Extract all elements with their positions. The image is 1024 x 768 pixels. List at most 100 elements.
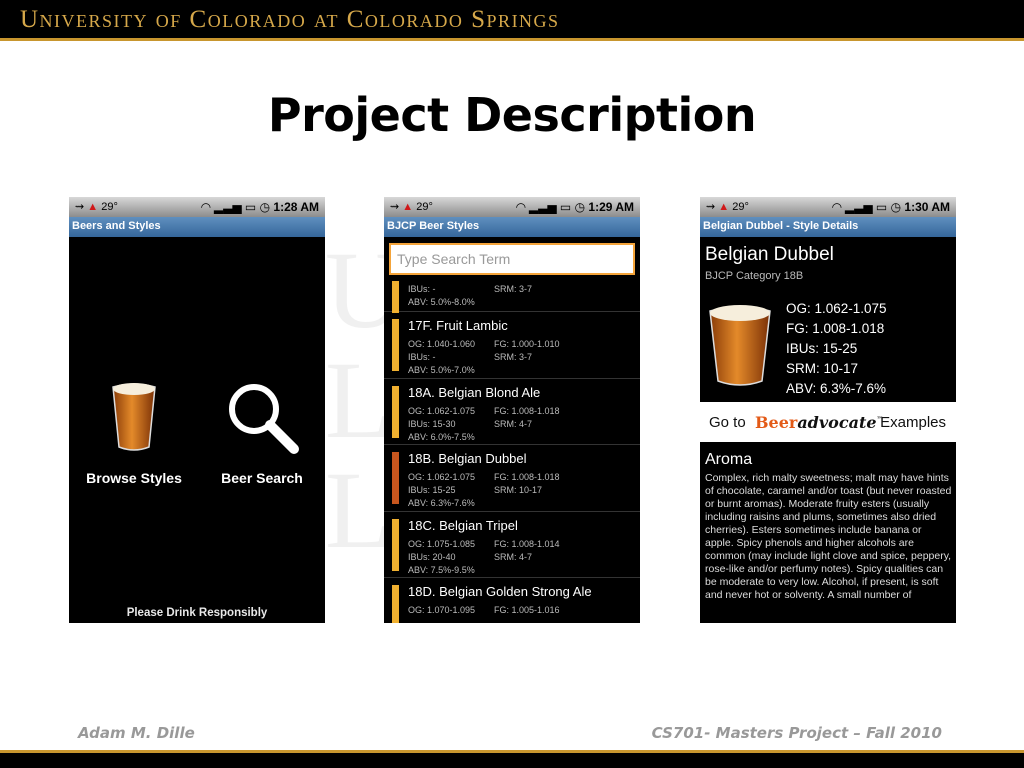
ibus: IBUs: 15-30	[408, 418, 456, 429]
srm: SRM: 4-7	[494, 551, 533, 562]
list-item-belgian-golden-strong[interactable]: 18D. Belgian Golden Strong Ale OG: 1.070…	[384, 578, 640, 623]
style-stats: IBUs: - SRM: 3-7 ABV: 5.0%-8.0%	[408, 283, 580, 309]
browse-styles-button[interactable]: Browse Styles	[79, 377, 189, 486]
style-stats: OG: 1.040-1.060 FG: 1.000-1.010 IBUs: - SR…	[408, 338, 580, 377]
list-item-belgian-tripel[interactable]: 18C. Belgian Tripel OG: 1.075-1.085 FG: 1…	[384, 512, 640, 578]
status-bar: ⇝ ▲ 29° ◠ ▂▃▅ ▭ ◷ 1:30 AM	[700, 197, 956, 217]
style-name: 17F. Fruit Lambic	[408, 318, 508, 333]
battery-icon: ▭	[244, 200, 257, 214]
abv: ABV: 5.0%-8.0%	[408, 297, 475, 307]
usb-icon: ⇝	[75, 201, 85, 213]
fg: FG: 1.008-1.018	[786, 321, 885, 336]
course-info: CS701- Masters Project – Fall 2010	[651, 724, 942, 742]
abv: ABV: 6.3%-7.6%	[408, 498, 475, 508]
ibus: IBUs: 15-25	[786, 341, 858, 356]
beer-glass-icon	[112, 383, 156, 451]
wifi-icon: ◠	[516, 200, 526, 214]
style-stats: OG: 1.075-1.085 FG: 1.008-1.014 IBUs: 20-…	[408, 538, 580, 577]
style-specs: OG: 1.062-1.075 FG: 1.008-1.018 IBUs: 15…	[786, 299, 887, 399]
list-item-partial[interactable]: IBUs: - SRM: 3-7 ABV: 5.0%-8.0%	[384, 281, 640, 313]
style-name: 18C. Belgian Tripel	[408, 517, 518, 533]
fg: FG: 1.008-1.018	[494, 472, 560, 482]
style-name: 18A. Belgian Blond Ale	[408, 384, 541, 400]
temperature: 29°	[101, 201, 118, 213]
university-banner: University of Colorado at Colorado Sprin…	[0, 0, 1024, 38]
phone-screenshot-styles-list: ⇝ ▲ 29° ◠ ▂▃▅ ▭ ◷ 1:29 AM BJCP Beer Styl…	[384, 197, 640, 623]
og: OG: 1.062-1.075	[408, 472, 476, 482]
magnifier-icon	[229, 384, 299, 454]
style-name: 18D. Belgian Golden Strong Ale	[408, 584, 592, 599]
og: OG: 1.040-1.060	[408, 339, 476, 349]
abv: ABV: 5.0%-7.0%	[408, 365, 475, 375]
status-icons: ⇝ ▲ 29°	[390, 200, 433, 213]
fg: FG: 1.000-1.010	[494, 339, 560, 349]
list-item-fruit-lambic[interactable]: 17F. Fruit Lambic OG: 1.040-1.060 FG: 1.0…	[384, 312, 640, 379]
battery-icon: ▭	[875, 200, 888, 214]
signal-icon: ▂▃▅	[844, 200, 873, 214]
status-icons: ⇝ ▲ 29°	[706, 200, 749, 213]
signal-icon: ▂▃▅	[528, 200, 557, 214]
usb-icon: ⇝	[390, 201, 400, 213]
og: OG: 1.075-1.085	[408, 538, 476, 549]
list-item-belgian-dubbel[interactable]: 18B. Belgian Dubbel OG: 1.062-1.075 FG: 1…	[384, 445, 640, 512]
signal-icon: ▂▃▅	[213, 200, 242, 214]
search-input[interactable]: Type Search Term	[389, 243, 635, 275]
srm-color-bar	[392, 518, 399, 571]
style-stats: OG: 1.070-1.095 FG: 1.005-1.016	[408, 604, 580, 617]
fg: FG: 1.008-1.014	[494, 538, 560, 549]
clock: 1:29 AM	[588, 200, 634, 214]
fg: FG: 1.005-1.016	[494, 605, 560, 615]
status-bar: ⇝ ▲ 29° ◠ ▂▃▅ ▭ ◷ 1:28 AM	[69, 197, 325, 217]
temperature: 29°	[732, 201, 749, 213]
styles-list[interactable]: IBUs: - SRM: 3-7 ABV: 5.0%-8.0% 17F. Frui…	[384, 281, 640, 623]
alarm-icon: ◷	[259, 200, 271, 214]
app-titlebar: Beers and Styles	[69, 217, 325, 237]
warning-icon: ▲	[718, 201, 730, 213]
banner-title: University of Colorado at Colorado Sprin…	[20, 6, 560, 33]
warning-icon: ▲	[402, 201, 414, 213]
list-item-belgian-blond[interactable]: 18A. Belgian Blond Ale OG: 1.062-1.075 FG…	[384, 379, 640, 445]
logo-beer: Beer	[755, 413, 798, 432]
examples-label: Examples	[880, 414, 946, 431]
og: OG: 1.062-1.075	[408, 405, 476, 416]
srm-color-bar	[392, 585, 399, 623]
style-stats: OG: 1.062-1.075 FG: 1.008-1.018 IBUs: 15-…	[408, 471, 580, 510]
logo-advocate: advocate	[797, 413, 877, 432]
srm: SRM: 10-17	[786, 361, 859, 376]
status-right: ◠ ▂▃▅ ▭ ◷ 1:28 AM	[201, 200, 319, 214]
ibus: IBUs: -	[408, 352, 436, 362]
srm: SRM: 3-7	[494, 352, 533, 362]
aroma-heading: Aroma	[705, 451, 753, 468]
slide-title: Project Description	[267, 88, 757, 142]
wifi-icon: ◠	[832, 200, 842, 214]
style-name: Belgian Dubbel	[705, 244, 834, 265]
beeradvocate-examples-button[interactable]: Go to Beeradvocate™ Examples	[700, 402, 956, 442]
srm-color-bar	[392, 319, 399, 371]
abv: ABV: 7.5%-9.5%	[408, 564, 475, 575]
abv: ABV: 6.0%-7.5%	[408, 431, 475, 442]
alarm-icon: ◷	[574, 200, 586, 214]
app-titlebar: Belgian Dubbel - Style Details	[700, 217, 956, 237]
banner-divider	[0, 38, 1024, 41]
ibus: IBUs: 20-40	[408, 551, 456, 562]
beeradvocate-logo: Beeradvocate™	[755, 413, 884, 432]
beer-search-button[interactable]: Beer Search	[207, 377, 317, 486]
srm: SRM: 3-7	[494, 284, 533, 294]
phone-screenshot-style-details: ⇝ ▲ 29° ◠ ▂▃▅ ▭ ◷ 1:30 AM Belgian Dubbel…	[700, 197, 956, 623]
abv: ABV: 6.3%-7.6%	[786, 381, 887, 396]
srm-color-bar	[392, 385, 399, 438]
drink-responsibly-note: Please Drink Responsibly	[126, 607, 268, 619]
status-right: ◠ ▂▃▅ ▭ ◷ 1:30 AM	[832, 200, 950, 214]
style-name: 18B. Belgian Dubbel	[408, 451, 527, 466]
battery-icon: ▭	[559, 200, 572, 214]
warning-icon: ▲	[87, 201, 99, 213]
status-right: ◠ ▂▃▅ ▭ ◷ 1:29 AM	[516, 200, 634, 214]
app-titlebar: BJCP Beer Styles	[384, 217, 640, 237]
browse-styles-label: Browse Styles	[86, 470, 182, 486]
footer-bar	[0, 753, 1024, 768]
beer-search-label: Beer Search	[221, 470, 303, 486]
ibus: IBUs: -	[408, 284, 436, 294]
usb-icon: ⇝	[706, 201, 716, 213]
fg: FG: 1.008-1.018	[494, 405, 560, 416]
wifi-icon: ◠	[201, 200, 211, 214]
